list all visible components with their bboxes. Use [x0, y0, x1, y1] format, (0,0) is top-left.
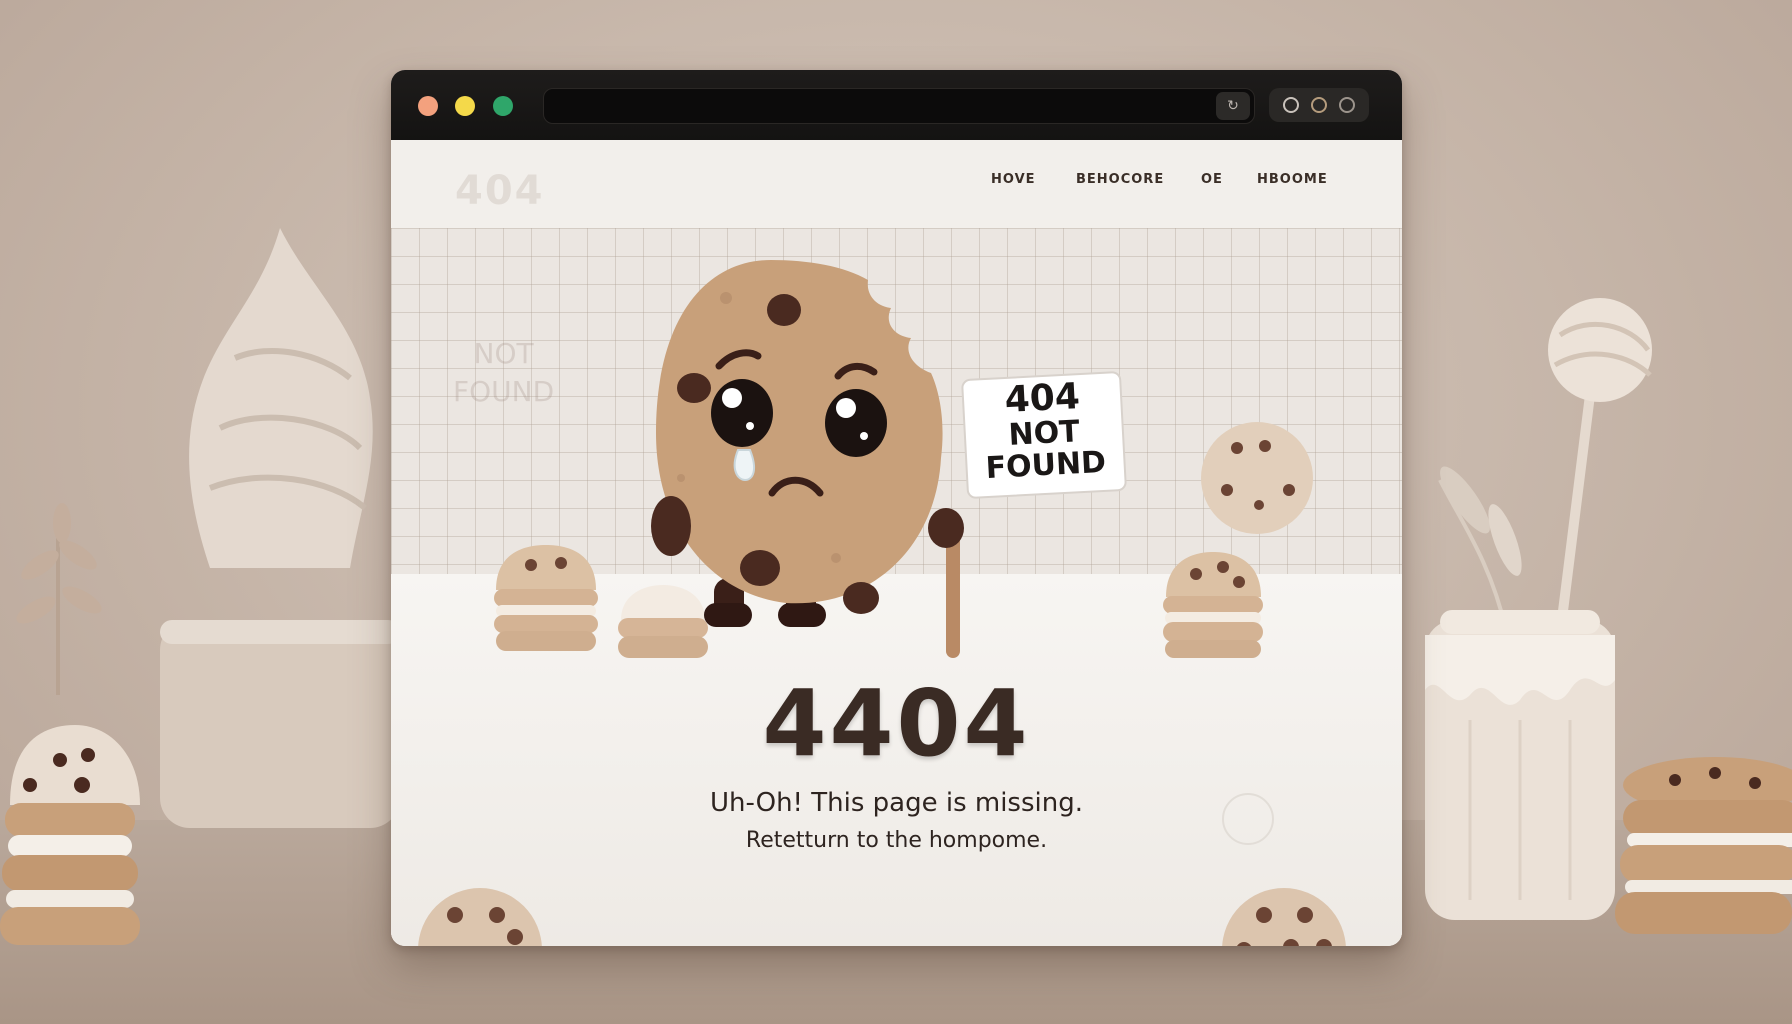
nav-item-home[interactable]: HOVE — [991, 172, 1036, 187]
cookie-floating — [1201, 422, 1313, 534]
page-content: 404 HOVE BEHOCORE OE HBOOME NOT FOUND 40… — [391, 140, 1402, 946]
extensions-bar — [1269, 88, 1369, 122]
reload-icon[interactable]: ↻ — [1216, 92, 1250, 120]
close-window-button[interactable] — [418, 96, 438, 116]
page-header: 404 HOVE BEHOCORE OE HBOOME — [391, 140, 1402, 228]
vase-decoration — [1425, 466, 1615, 920]
cookie-macaron-left — [494, 545, 598, 651]
extension-icon[interactable] — [1311, 97, 1327, 113]
minimize-window-button[interactable] — [455, 96, 475, 116]
cookie-stack-decoration — [1615, 757, 1792, 934]
404-sign-text: 404 NOT FOUND — [984, 376, 1107, 487]
browser-titlebar: ↻ — [391, 70, 1402, 140]
cookie-stack-decoration — [0, 725, 140, 945]
cookie-bottom-left — [418, 888, 542, 946]
error-code: 4404 — [762, 670, 1031, 777]
extension-icon[interactable] — [1339, 97, 1355, 113]
plant-decoration — [16, 503, 102, 695]
nav-item-3[interactable]: OE — [1201, 172, 1223, 187]
cookie-bottom-right — [1222, 888, 1346, 946]
maximize-window-button[interactable] — [493, 96, 513, 116]
browser-window: ↻ 404 HOVE BEHOCORE OE HBOOME NOT FOUND — [391, 70, 1402, 946]
ghost-not-found-text: NOT FOUND — [453, 337, 555, 408]
extension-icon[interactable] — [1283, 97, 1299, 113]
nav-item-2[interactable]: BEHOCORE — [1076, 172, 1164, 187]
ghost-404-text: 404 — [455, 168, 545, 214]
cookie-macaron-right — [1163, 552, 1263, 658]
address-bar[interactable]: ↻ — [543, 88, 1255, 124]
nav-item-4[interactable]: HBOOME — [1257, 172, 1328, 187]
cream-swirl-decoration — [160, 228, 400, 828]
decorative-circle — [1222, 793, 1274, 845]
